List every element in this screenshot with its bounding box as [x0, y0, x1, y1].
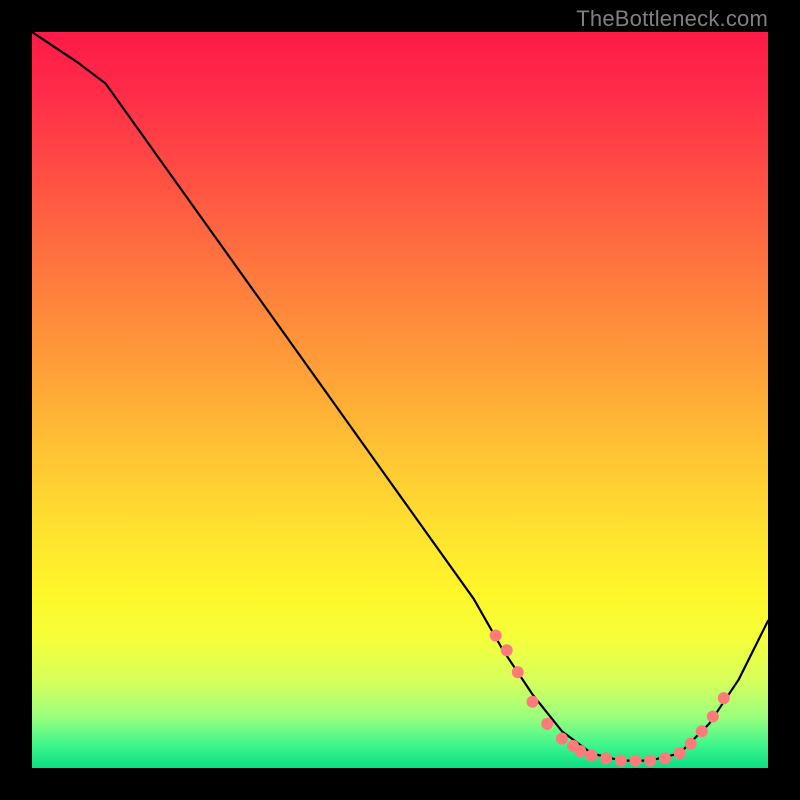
- highlight-dot: [685, 738, 697, 750]
- highlight-dot: [615, 755, 627, 767]
- highlight-dot: [501, 644, 513, 656]
- plot-area: [32, 32, 768, 768]
- highlight-dot: [527, 696, 539, 708]
- highlight-dot: [696, 725, 708, 737]
- highlight-dot: [574, 745, 586, 757]
- bottleneck-curve: [32, 32, 768, 761]
- chart-frame: TheBottleneck.com: [0, 0, 800, 800]
- highlight-dot: [659, 752, 671, 764]
- highlight-dot: [490, 630, 502, 642]
- highlight-dot: [600, 752, 612, 764]
- highlight-dot: [644, 755, 656, 767]
- watermark-text: TheBottleneck.com: [576, 6, 768, 32]
- highlight-dot: [707, 711, 719, 723]
- highlight-dot: [630, 755, 642, 767]
- highlight-dot: [556, 733, 568, 745]
- highlight-dots: [490, 630, 730, 767]
- highlight-dot: [585, 750, 597, 762]
- highlight-dot: [541, 718, 553, 730]
- highlight-dot: [512, 666, 524, 678]
- highlight-dot: [718, 692, 730, 704]
- chart-overlay: [32, 32, 768, 768]
- highlight-dot: [674, 747, 686, 759]
